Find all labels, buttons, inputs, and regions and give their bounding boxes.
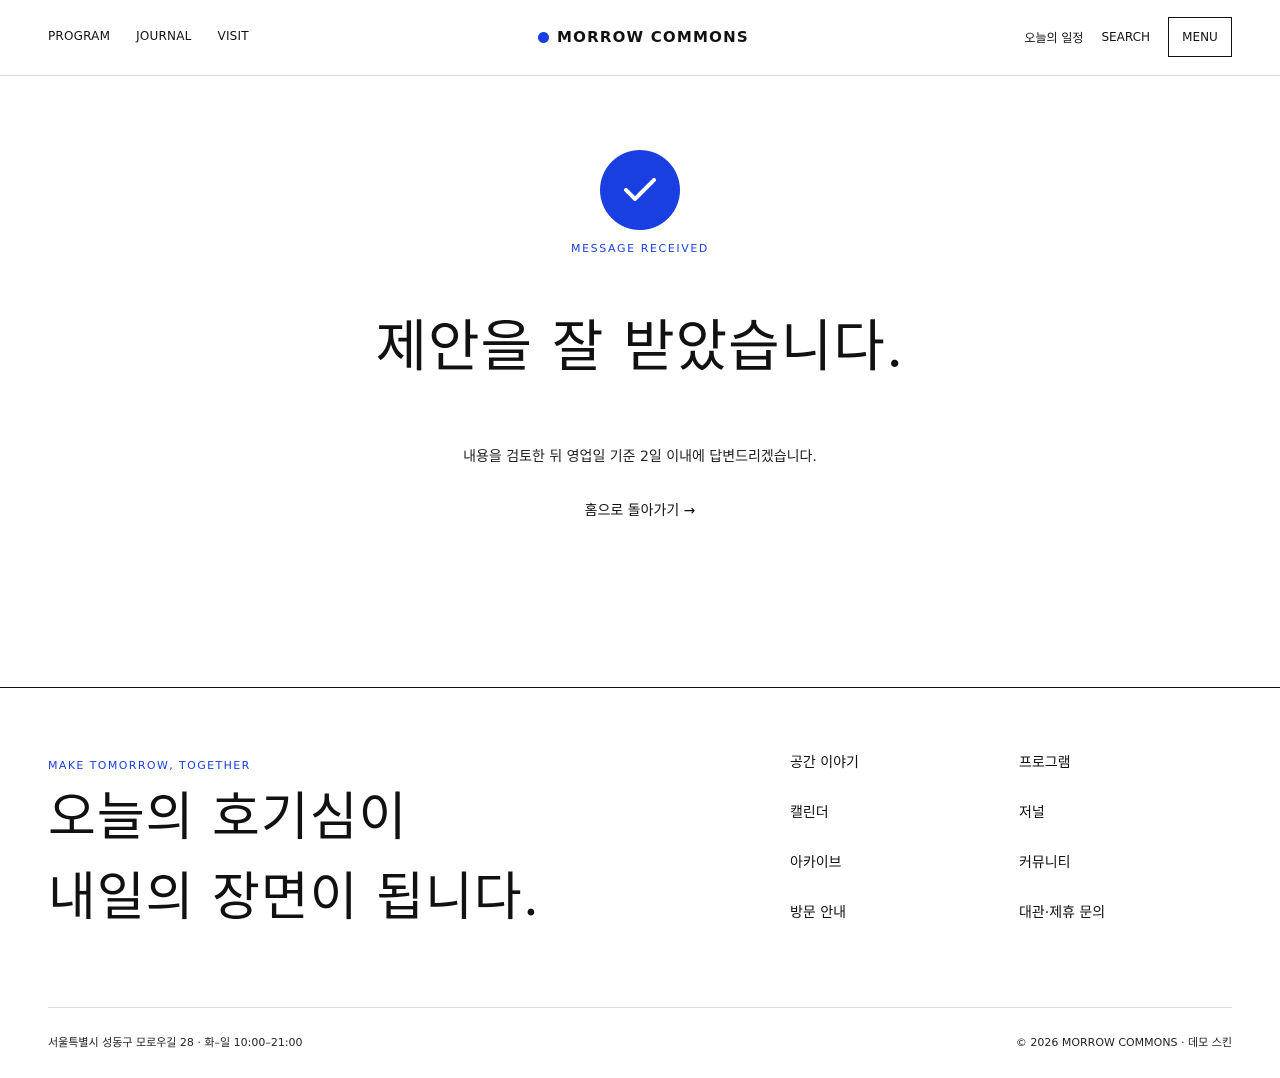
brand-name: MORROW COMMONS <box>557 28 749 46</box>
footer-copyright: © 2026 MORROW COMMONS · 데모 스킨 <box>1015 1036 1232 1049</box>
brand-dot-icon <box>538 31 549 43</box>
footer-link-program[interactable]: 프로그램 <box>1019 752 1232 774</box>
utility-nav: 오늘의 일정 SEARCH MENU <box>1024 17 1232 57</box>
today-schedule-link[interactable]: 오늘의 일정 <box>1024 29 1083 46</box>
nav-program[interactable]: PROGRAM <box>48 29 110 43</box>
back-home-link[interactable]: 홈으로 돌아가기 → <box>585 500 696 520</box>
footer-link-community[interactable]: 커뮤니티 <box>1019 852 1232 874</box>
footer-eyebrow: MAKE TOMORROW, TOGETHER <box>48 759 251 772</box>
confirmation-message: 내용을 검토한 뒤 영업일 기준 2일 이내에 답변드리겠습니다. <box>463 449 817 465</box>
status-eyebrow: MESSAGE RECEIVED <box>571 242 709 255</box>
footer-link-rental-inquiry[interactable]: 대관·제휴 문의 <box>1019 902 1232 924</box>
footer-heading-line-2: 내일의 장면이 됩니다. <box>48 868 541 928</box>
page-title: 제안을 잘 받았습니다. <box>375 315 905 380</box>
footer-link-visit-guide[interactable]: 방문 안내 <box>790 902 1019 924</box>
primary-nav: PROGRAM JOURNAL VISIT <box>48 29 249 43</box>
nav-journal[interactable]: JOURNAL <box>136 29 191 43</box>
brand-logo[interactable]: MORROW COMMONS <box>538 28 749 46</box>
check-icon <box>600 150 680 230</box>
site-header: PROGRAM JOURNAL VISIT MORROW COMMONS 오늘의… <box>0 0 1280 76</box>
footer-divider <box>0 687 1280 688</box>
footer-link-journal[interactable]: 저널 <box>1019 802 1232 824</box>
footer-link-space-story[interactable]: 공간 이야기 <box>790 752 1019 774</box>
footer-heading: 오늘의 호기심이 내일의 장면이 됩니다. <box>48 778 540 938</box>
footer-link-calendar[interactable]: 캘린더 <box>790 802 1019 824</box>
footer-heading-line-1: 오늘의 호기심이 <box>48 788 408 848</box>
footer-link-grid: 공간 이야기 프로그램 캘린더 저널 아카이브 커뮤니티 방문 안내 대관·제휴… <box>790 752 1232 924</box>
search-link[interactable]: SEARCH <box>1101 30 1150 44</box>
menu-button[interactable]: MENU <box>1168 17 1232 57</box>
footer-bottom-divider <box>48 1007 1232 1008</box>
footer-address: 서울특별시 성동구 모로우길 28 · 화–일 10:00–21:00 <box>48 1036 303 1049</box>
footer-link-archive[interactable]: 아카이브 <box>790 852 1019 874</box>
home-link-wrapper: 홈으로 돌아가기 → <box>0 500 1280 520</box>
nav-visit[interactable]: VISIT <box>218 29 249 43</box>
